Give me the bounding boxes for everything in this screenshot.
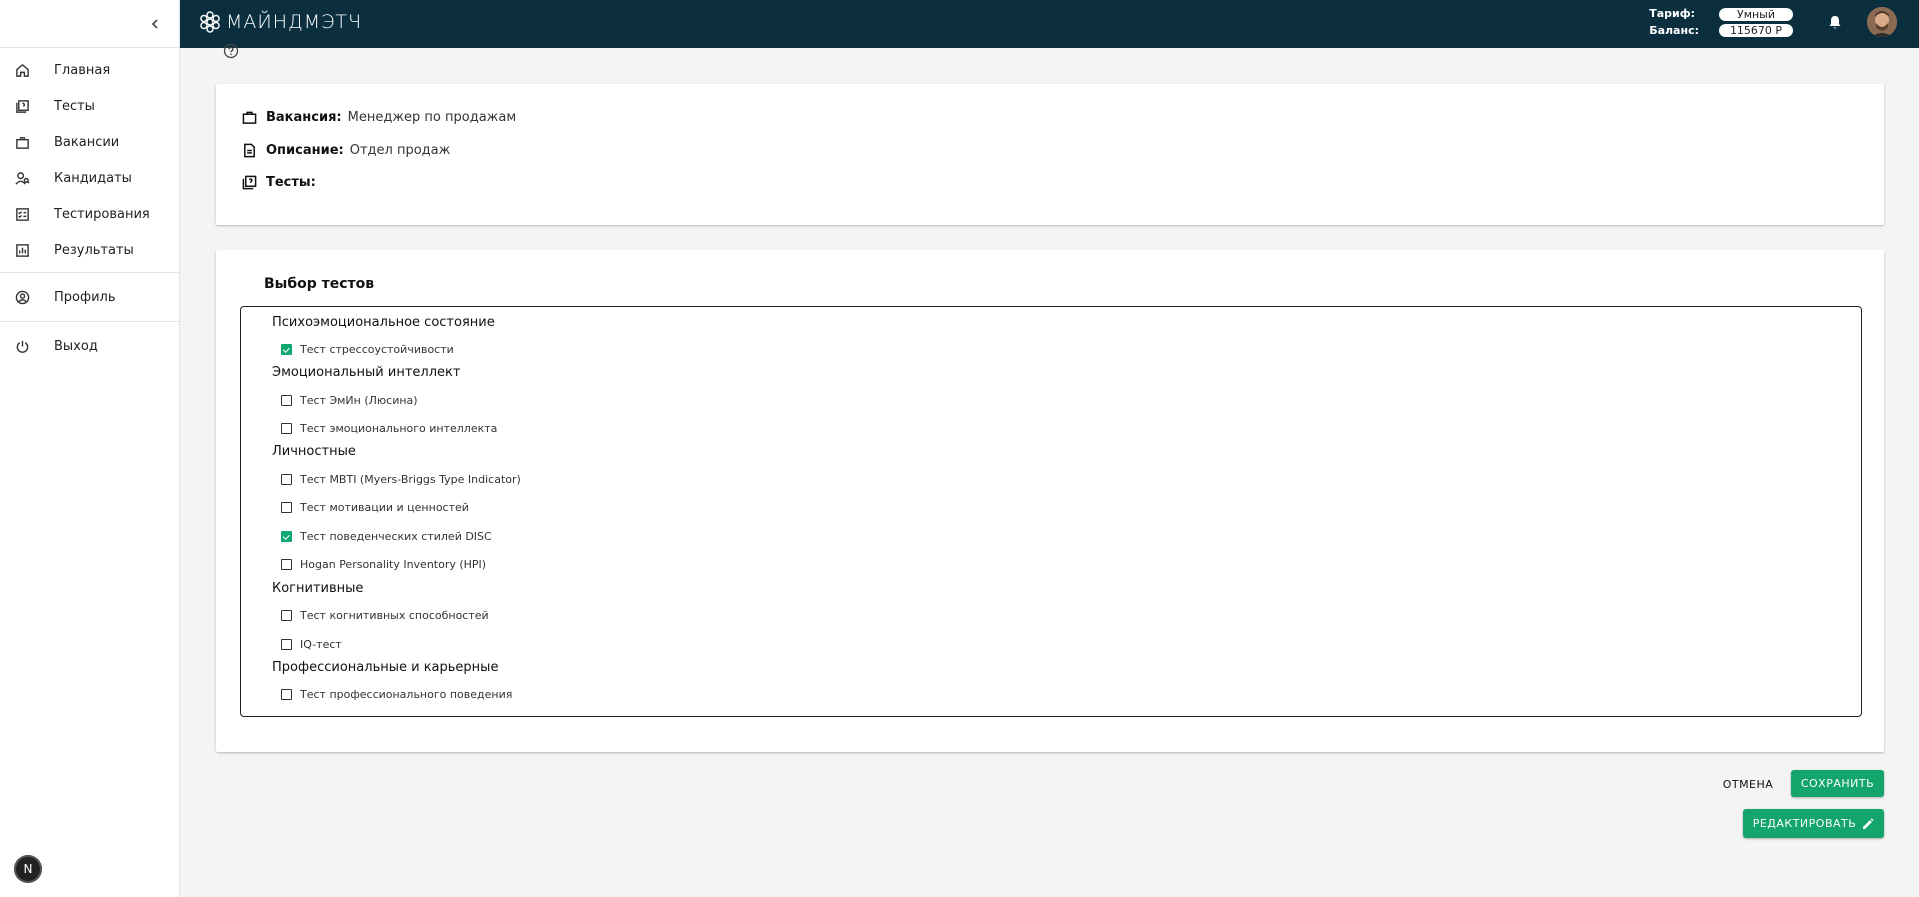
dev-badge[interactable]: N <box>14 855 42 883</box>
briefcase-icon <box>14 134 30 150</box>
briefcase-icon <box>242 109 258 125</box>
category-title: Личностные <box>272 444 356 459</box>
sidebar-item-label: Кандидаты <box>54 170 132 186</box>
checkbox[interactable] <box>281 423 292 434</box>
sidebar-item-home[interactable]: Главная <box>0 52 179 88</box>
checkbox[interactable] <box>281 395 292 406</box>
test-checkbox-row[interactable]: Тест ЭмИн (Люсина) <box>281 394 418 407</box>
test-checkbox-row[interactable]: Тест MBTI (Myers-Briggs Type Indicator) <box>281 473 521 486</box>
section-title: Выбор тестов <box>264 276 375 292</box>
user-circle-icon <box>14 289 30 305</box>
test-label: Тест эмоционального интеллекта <box>300 422 498 435</box>
bell-icon[interactable] <box>1825 12 1845 32</box>
brand-logo[interactable]: МАЙНДМЭТЧ <box>198 10 362 34</box>
sidebar-item-candidates[interactable]: Кандидаты <box>0 160 179 196</box>
tariff-value: Умный <box>1719 7 1793 21</box>
checkbox-checked[interactable] <box>281 344 292 355</box>
tests-row: Тесты: <box>242 174 322 190</box>
checkbox[interactable] <box>281 502 292 513</box>
checkbox[interactable] <box>281 559 292 570</box>
tests-list: Психоэмоциональное состояние Тест стресс… <box>240 306 1862 717</box>
tariff-label: Тариф: <box>1649 7 1696 20</box>
test-label: IQ-тест <box>300 638 342 651</box>
save-button[interactable]: СОХРАНИТЬ <box>1791 770 1884 797</box>
category-title: Психоэмоциональное состояние <box>272 315 495 330</box>
test-checkbox-row[interactable]: Тест профессионального поведения <box>281 688 512 701</box>
test-label: Тест MBTI (Myers-Briggs Type Indicator) <box>300 473 521 486</box>
edit-button-label: РЕДАКТИРОВАТЬ <box>1752 817 1857 830</box>
sidebar-item-label: Тесты <box>54 98 95 114</box>
sidebar-item-results[interactable]: Результаты <box>0 232 179 268</box>
checkbox[interactable] <box>281 610 292 621</box>
edit-button[interactable]: РЕДАКТИРОВАТЬ <box>1743 809 1884 838</box>
test-label: Hogan Personality Inventory (HPI) <box>300 558 487 571</box>
test-checkbox-row[interactable]: Hogan Personality Inventory (HPI) <box>281 558 486 571</box>
vacancy-info-card: Вакансия: Менеджер по продажам Описание:… <box>216 84 1884 225</box>
sidebar-item-label: Главная <box>54 62 111 78</box>
sidebar-item-label: Тестирования <box>54 206 150 222</box>
test-checkbox-row[interactable]: Тест эмоционального интеллекта <box>281 422 497 435</box>
checkbox[interactable] <box>281 474 292 485</box>
logo-icon <box>200 11 220 33</box>
brand-name: МАЙНДМЭТЧ <box>226 11 363 33</box>
checklist-icon <box>14 206 30 222</box>
description-row: Описание: Отдел продаж <box>242 142 450 158</box>
description-label: Описание: <box>266 142 344 158</box>
pencil-icon <box>1863 817 1874 829</box>
category-title: Профессиональные и карьерные <box>272 660 499 675</box>
test-checkbox-row[interactable]: IQ-тест <box>281 638 342 651</box>
help-icon[interactable] <box>223 43 239 59</box>
test-label: Тест ЭмИн (Люсина) <box>300 394 418 407</box>
home-icon <box>14 62 30 78</box>
document-icon <box>242 142 258 158</box>
tests-label: Тесты: <box>266 174 316 190</box>
chevron-left-icon[interactable] <box>143 12 167 36</box>
balance-label: Баланс: <box>1649 24 1699 37</box>
test-checkbox-row[interactable]: Тест мотивации и ценностей <box>281 501 469 514</box>
tests-icon <box>242 174 258 190</box>
test-checkbox-row[interactable]: Тест стрессоустойчивости <box>281 343 454 356</box>
test-label: Тест стрессоустойчивости <box>300 343 454 356</box>
test-checkbox-row[interactable]: Тест когнитивных способностей <box>281 609 489 622</box>
vacancy-row: Вакансия: Менеджер по продажам <box>242 109 516 125</box>
sidebar-item-label: Профиль <box>54 289 116 305</box>
candidates-icon <box>14 170 30 186</box>
sidebar-item-tests[interactable]: Тесты <box>0 88 179 124</box>
tests-icon <box>14 98 30 114</box>
category-title: Эмоциональный интеллект <box>272 365 461 380</box>
balance-value: 115670 Р <box>1719 23 1793 37</box>
sidebar-item-label: Выход <box>54 338 98 354</box>
test-label: Тест поведенческих стилей DISC <box>300 530 492 543</box>
sidebar-nav: Главная Тесты Вакансии Кандидаты Тестиро… <box>0 48 179 370</box>
avatar[interactable] <box>1867 7 1897 37</box>
test-label: Тест профессионального поведения <box>300 688 513 701</box>
test-label: Тест мотивации и ценностей <box>300 501 469 514</box>
sidebar-item-logout[interactable]: Выход <box>0 328 179 364</box>
sidebar-item-testings[interactable]: Тестирования <box>0 196 179 232</box>
category-title: Когнитивные <box>272 581 364 596</box>
checkbox[interactable] <box>281 689 292 700</box>
power-icon <box>14 338 30 354</box>
checkbox[interactable] <box>281 639 292 650</box>
top-header: МАЙНДМЭТЧ Тариф: Баланс: Умный 115670 Р <box>180 0 1919 48</box>
vacancy-label: Вакансия: <box>266 109 342 125</box>
cancel-button[interactable]: ОТМЕНА <box>1718 772 1778 796</box>
vacancy-value: Менеджер по продажам <box>347 109 517 125</box>
sidebar-item-label: Результаты <box>54 242 134 258</box>
checkbox-checked[interactable] <box>281 531 292 542</box>
sidebar: Главная Тесты Вакансии Кандидаты Тестиро… <box>0 0 180 897</box>
sidebar-item-vacancies[interactable]: Вакансии <box>0 124 179 160</box>
test-label: Тест когнитивных способностей <box>300 609 489 622</box>
sidebar-item-profile[interactable]: Профиль <box>0 279 179 315</box>
description-value: Отдел продаж <box>349 142 451 158</box>
account-summary: Тариф: Баланс: Умный 115670 Р <box>1649 5 1897 39</box>
chart-icon <box>14 242 30 258</box>
sidebar-header <box>0 0 179 48</box>
sidebar-item-label: Вакансии <box>54 134 120 150</box>
test-checkbox-row[interactable]: Тест поведенческих стилей DISC <box>281 530 492 543</box>
test-selection-card: Выбор тестов Психоэмоциональное состояни… <box>216 250 1884 752</box>
